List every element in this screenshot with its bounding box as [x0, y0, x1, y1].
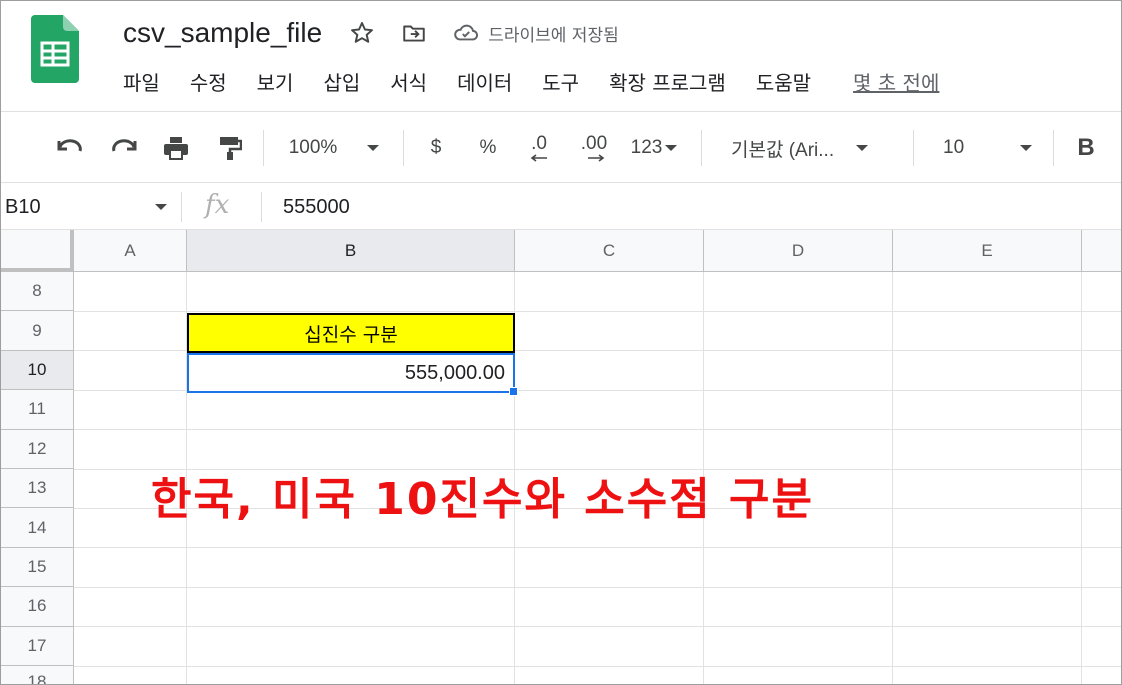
toolbar-separator	[1053, 130, 1054, 166]
gridline	[74, 311, 1121, 312]
chevron-down-icon	[856, 145, 869, 151]
menu-edit[interactable]: 수정	[190, 67, 227, 96]
column-header-partial[interactable]	[1082, 230, 1121, 272]
last-edit-link[interactable]: 몇 초 전에	[853, 67, 939, 96]
fx-icon: fx	[205, 190, 230, 220]
row-header-9[interactable]: 9	[1, 311, 74, 351]
row-header-12[interactable]: 12	[1, 429, 74, 469]
zoom-select[interactable]: 100%	[279, 112, 389, 184]
gridline	[74, 626, 1121, 628]
menu-insert[interactable]: 삽입	[323, 67, 360, 96]
sheets-window: csv_sample_file 드라이브에 저장됨 파일 수정 보기 삽입 서식…	[0, 0, 1122, 685]
cell-b10-selected[interactable]: 555,000.00	[187, 353, 515, 393]
gridline	[74, 547, 1121, 549]
row-header-14[interactable]: 14	[1, 508, 74, 548]
cell-b9-header[interactable]: 십진수 구분	[187, 313, 515, 353]
formula-separator	[181, 192, 182, 222]
column-header-d[interactable]: D	[704, 230, 893, 272]
column-header-c[interactable]: C	[515, 230, 704, 272]
toolbar: 100% $ % .0 .00 123 기본값 (Ari... 10 B	[1, 111, 1121, 184]
arrow-right-icon	[588, 154, 605, 162]
print-icon[interactable]	[157, 112, 195, 184]
column-header-a[interactable]: A	[74, 230, 187, 272]
zoom-value: 100%	[288, 137, 338, 158]
row-header-18[interactable]: 18	[1, 666, 74, 684]
gridline	[1081, 272, 1082, 684]
chevron-down-icon	[1020, 145, 1033, 151]
paint-format-icon[interactable]	[211, 112, 249, 184]
row-header-8[interactable]: 8	[1, 272, 74, 312]
toolbar-separator	[403, 130, 404, 166]
font-size-select[interactable]: 10	[929, 112, 1039, 184]
star-icon[interactable]	[348, 19, 376, 47]
menu-extensions[interactable]: 확장 프로그램	[609, 67, 726, 96]
cloud-saved-icon[interactable]	[452, 19, 480, 47]
gridline	[74, 429, 1121, 431]
undo-icon[interactable]	[51, 112, 89, 184]
spreadsheet-grid[interactable]: A B C D E 8 9 10 11 12 13 14 15 16 17 18	[1, 230, 1121, 684]
row-header-16[interactable]: 16	[1, 587, 74, 627]
column-header-e[interactable]: E	[893, 230, 1082, 272]
toolbar-separator	[913, 130, 914, 166]
redo-icon[interactable]	[105, 112, 143, 184]
menu-tools[interactable]: 도구	[542, 67, 579, 96]
document-title[interactable]: csv_sample_file	[123, 17, 322, 49]
gridline	[74, 586, 1121, 588]
formula-bar: B10 fx 555000	[1, 184, 1121, 230]
font-select[interactable]: 기본값 (Ari...	[719, 112, 899, 184]
formula-separator	[261, 192, 262, 222]
percent-format-button[interactable]: %	[471, 112, 505, 184]
menu-help[interactable]: 도움말	[756, 67, 811, 96]
menu-view[interactable]: 보기	[257, 67, 294, 96]
chevron-down-icon	[665, 145, 678, 151]
fill-handle[interactable]	[509, 387, 518, 396]
font-value: 기본값 (Ari...	[731, 139, 835, 161]
menu-file[interactable]: 파일	[123, 67, 160, 96]
name-box[interactable]: B10	[5, 184, 41, 230]
row-header-15[interactable]: 15	[1, 547, 74, 588]
sheets-logo-icon[interactable]	[31, 15, 79, 83]
annotation-text: 한국, 미국 10진수와 소수점 구분	[151, 474, 814, 525]
toolbar-separator	[263, 130, 264, 166]
bold-button[interactable]: B	[1069, 112, 1103, 184]
gridline	[892, 272, 893, 684]
column-header-b[interactable]: B	[187, 230, 515, 272]
menu-bar: 파일 수정 보기 삽입 서식 데이터 도구 확장 프로그램 도움말 몇 초 전에	[123, 63, 939, 99]
gridline	[74, 665, 1121, 667]
chevron-down-icon[interactable]	[155, 204, 167, 210]
row-header-10[interactable]: 10	[1, 350, 74, 391]
chevron-down-icon	[367, 145, 380, 151]
save-status: 드라이브에 저장됨	[488, 25, 619, 46]
row-header-11[interactable]: 11	[1, 390, 74, 430]
select-all-corner[interactable]	[1, 230, 74, 272]
decrease-decimal-button[interactable]: .0	[519, 112, 559, 184]
toolbar-separator	[701, 130, 702, 166]
formula-input[interactable]: 555000	[283, 184, 350, 230]
title-row: csv_sample_file 드라이브에 저장됨	[123, 13, 619, 53]
currency-format-button[interactable]: $	[419, 112, 453, 184]
arrow-left-icon	[530, 154, 547, 162]
font-size-value: 10	[943, 137, 965, 158]
menu-data[interactable]: 데이터	[457, 67, 512, 96]
menu-format[interactable]: 서식	[390, 67, 427, 96]
row-header-17[interactable]: 17	[1, 626, 74, 666]
increase-decimal-button[interactable]: .00	[571, 112, 617, 184]
row-header-13[interactable]: 13	[1, 469, 74, 509]
move-folder-icon[interactable]	[400, 19, 428, 47]
more-formats-button[interactable]: 123	[623, 112, 685, 184]
